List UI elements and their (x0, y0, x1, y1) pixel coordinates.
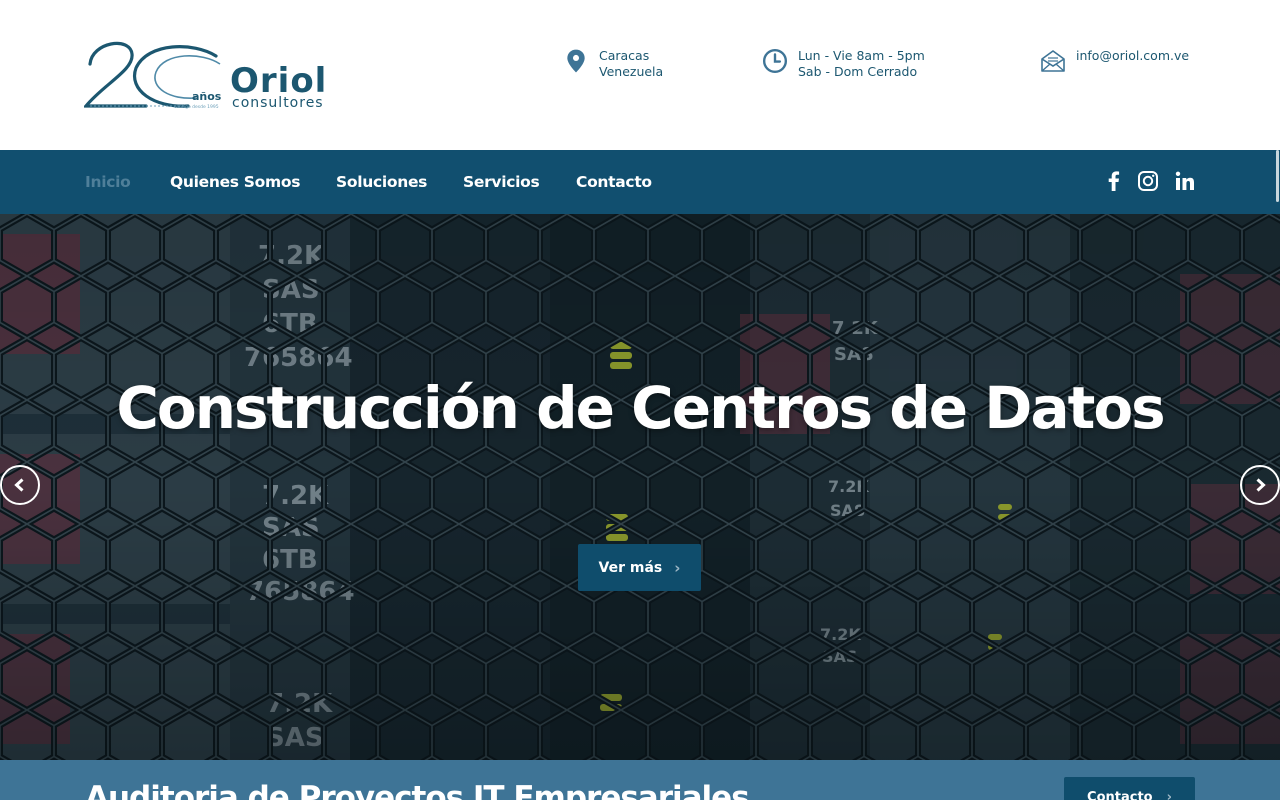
contacto-button-label: Contacto (1087, 790, 1153, 800)
cta-strip: Auditoria de Proyectos IT Empresariales … (0, 760, 1280, 800)
chevron-right-small-icon: › (674, 558, 681, 577)
logo-graphic: años contigo desde 1995 Oriol consultore… (82, 41, 326, 111)
logo-years-text: años (192, 90, 222, 103)
nav-item-servicios[interactable]: Servicios (463, 150, 540, 214)
email-link[interactable]: info@oriol.com.ve (1076, 48, 1189, 64)
linkedin-icon[interactable] (1173, 169, 1197, 193)
envelope-icon (1041, 50, 1065, 72)
location-line-2: Venezuela (599, 64, 664, 79)
nav-item-soluciones[interactable]: Soluciones (336, 150, 427, 214)
slider-next-button[interactable] (1240, 465, 1280, 505)
slider-prev-button[interactable] (0, 465, 40, 505)
logo-sub-text: consultores (232, 95, 324, 111)
cta-title: Auditoria de Proyectos IT Empresariales (85, 780, 750, 800)
email-info: info@oriol.com.ve (1040, 48, 1189, 74)
contacto-button[interactable]: Contacto › (1064, 777, 1195, 800)
hero-title: Construcción de Centros de Datos (116, 374, 1165, 442)
company-logo[interactable]: años contigo desde 1995 Oriol consultore… (82, 34, 364, 112)
chevron-right-small-icon: › (1166, 790, 1172, 800)
chevron-left-icon (14, 478, 24, 492)
nav-item-quienes-somos[interactable]: Quienes Somos (170, 150, 300, 214)
hero-slider: 7.2K SAS 6TB 765864 7.2K SAS 6TB 765864 … (0, 214, 1280, 760)
hours-info: Lun - Vie 8am - 5pm Sab - Dom Cerrado (762, 48, 925, 80)
location-line-1: Caracas (599, 48, 650, 63)
hours-line-2: Sab - Dom Cerrado (798, 64, 918, 79)
nav-item-inicio[interactable]: Inicio (85, 150, 131, 214)
hours-line-1: Lun - Vie 8am - 5pm (798, 48, 925, 63)
clock-icon (762, 48, 788, 74)
ver-mas-button[interactable]: Ver más › (578, 544, 701, 591)
chevron-right-icon (1256, 478, 1266, 492)
main-nav: Inicio Quienes Somos Soluciones Servicio… (0, 150, 1280, 214)
site-header: años contigo desde 1995 Oriol consultore… (0, 0, 1280, 150)
ver-mas-label: Ver más (598, 559, 663, 576)
map-pin-icon (567, 49, 585, 73)
server-rack-image: 7.2K SAS 6TB 765864 7.2K SAS 6TB 765864 … (0, 214, 1280, 760)
nav-item-contacto[interactable]: Contacto (576, 150, 652, 214)
logo-tagline-text: contigo desde 1995 (174, 104, 219, 110)
scrollbar-thumb[interactable] (1276, 150, 1279, 202)
location-info: Caracas Venezuela (563, 48, 663, 80)
instagram-icon[interactable] (1136, 169, 1160, 193)
facebook-icon[interactable] (1102, 169, 1126, 193)
